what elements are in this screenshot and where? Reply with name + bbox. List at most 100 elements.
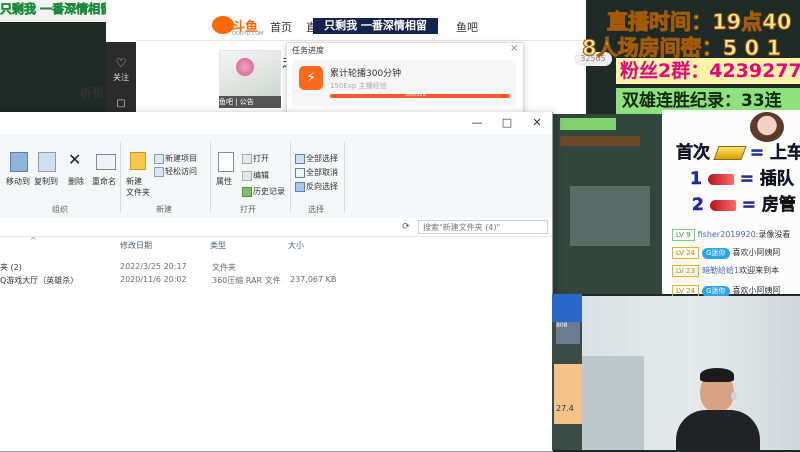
- move-to-button[interactable]: 移动到: [6, 176, 30, 187]
- ribbon-separator: [210, 142, 211, 212]
- left-rail: ♡ 关注 ▢: [106, 42, 136, 114]
- task-name: 累计轮播300分钟: [330, 69, 402, 79]
- fan-badge: G迷你: [702, 248, 730, 259]
- open-button[interactable]: 打开: [253, 153, 269, 164]
- close-button[interactable]: ✕: [522, 114, 552, 132]
- select-all-icon: [295, 154, 305, 164]
- properties-button[interactable]: 属性: [216, 176, 232, 187]
- nav-fishbar[interactable]: 鱼吧: [456, 19, 478, 35]
- select-none-button[interactable]: 全部取消: [306, 167, 338, 178]
- sort-chevron-icon[interactable]: ^: [30, 236, 37, 245]
- chat-text: 喜欢小阿姨阿: [732, 248, 781, 257]
- lotus-icon: [236, 58, 254, 76]
- maximize-button[interactable]: □: [492, 114, 522, 132]
- rule-text: = 插队: [739, 169, 794, 189]
- search-input[interactable]: 搜索"新建文件夹 (4)": [418, 220, 548, 234]
- chat-username[interactable]: 暗勒给给1: [702, 266, 739, 275]
- copy-to-button[interactable]: 复制到: [34, 176, 58, 187]
- video-thumbnail-2[interactable]: [554, 364, 582, 424]
- douyu-logo-sub: DOUYU.COM: [232, 31, 264, 37]
- earphone-icon: [731, 392, 737, 400]
- edit-button[interactable]: 编辑: [253, 170, 269, 181]
- level-badge: LV 23: [672, 265, 700, 277]
- file-size: 237,067 KB: [290, 275, 337, 284]
- file-type: 文件夹: [212, 263, 236, 272]
- task-reward: 150Exp 主播经验: [330, 82, 387, 90]
- rail-follow[interactable]: 关注: [106, 72, 136, 83]
- file-date: 2022/3/25 20:17: [120, 262, 187, 271]
- rule-text: = 房管: [741, 195, 796, 215]
- douyu-logo-icon[interactable]: [212, 16, 234, 34]
- chat-username[interactable]: fisher2019920:: [698, 230, 759, 239]
- webcam-window-frame: [582, 356, 644, 450]
- preview-badge: [560, 118, 616, 130]
- invert-selection-icon: [295, 182, 305, 192]
- minimize-button[interactable]: —: [462, 114, 492, 132]
- rule-row: 首次 = 上车: [676, 138, 800, 163]
- properties-icon[interactable]: [218, 152, 234, 172]
- chat-text: 喜欢小阿姨阿: [732, 286, 781, 295]
- close-icon[interactable]: ×: [510, 43, 518, 54]
- rename-button[interactable]: 重命名: [92, 176, 116, 187]
- rule-text: = 上车: [749, 143, 800, 163]
- room-tags[interactable]: 鱼吧 | 公告: [219, 96, 281, 108]
- delete-button[interactable]: 删除: [68, 176, 84, 187]
- invert-selection-button[interactable]: 反向选择: [306, 181, 338, 192]
- select-all-button[interactable]: 全部选择: [306, 153, 338, 164]
- ribbon-separator: [120, 142, 121, 212]
- chat-message: LV 24 G迷你 喜欢小阿姨阿: [672, 246, 800, 260]
- handwriting-text: 析祈: [80, 86, 105, 100]
- group-open: 打开: [240, 205, 256, 214]
- file-name[interactable]: 夹 (2): [0, 262, 22, 273]
- chat-message: LV 23 暗勒给给1欢迎来到本: [672, 264, 800, 278]
- preview-strip: [560, 136, 640, 146]
- move-to-icon[interactable]: [10, 152, 28, 172]
- column-date[interactable]: 修改日期: [120, 240, 152, 251]
- nav-divider: [136, 40, 586, 41]
- delete-icon[interactable]: ✕: [68, 150, 81, 169]
- level-badge: LV 9: [672, 229, 695, 241]
- column-size[interactable]: 大小: [288, 240, 304, 251]
- rule-prefix: 2: [692, 195, 704, 215]
- history-icon: [242, 187, 252, 197]
- new-folder-button[interactable]: 新建 文件夹: [126, 176, 150, 198]
- file-date: 2020/11/6 20:02: [120, 275, 187, 284]
- chat-text: 欢迎来到本: [739, 266, 780, 275]
- select-none-icon: [295, 168, 305, 178]
- task-card: [292, 60, 516, 106]
- file-name[interactable]: Q游戏大厅（英雄杀）: [0, 275, 78, 286]
- nav-home[interactable]: 首页: [270, 19, 292, 35]
- refresh-icon[interactable]: ⟳: [399, 220, 413, 234]
- column-type[interactable]: 类型: [210, 240, 226, 251]
- red-car-icon: [707, 173, 734, 185]
- heart-icon[interactable]: ♡: [106, 56, 136, 70]
- ribbon-separator: [344, 142, 345, 212]
- file-type: 360压缩 RAR 文件: [212, 276, 281, 285]
- task-popup-title: 任务进度: [292, 46, 324, 55]
- open-icon: [242, 154, 252, 164]
- video-label: 27.4: [556, 404, 574, 413]
- history-button[interactable]: 历史记录: [253, 186, 285, 197]
- stream-banner: 只剩我 一番深情相留: [313, 18, 438, 34]
- rail-icon[interactable]: ▢: [106, 98, 136, 109]
- task-progress-text: 300/300: [405, 92, 426, 98]
- new-item-button[interactable]: 新建项目: [165, 153, 197, 164]
- easy-access-button[interactable]: 轻松访问: [165, 166, 197, 177]
- new-folder-icon[interactable]: [130, 152, 146, 170]
- rule-row: 2 = 房管: [692, 190, 796, 215]
- lightning-icon: ⚡: [299, 66, 323, 90]
- easy-access-icon: [154, 167, 164, 177]
- group-select: 选择: [308, 205, 324, 214]
- copy-to-icon[interactable]: [38, 152, 56, 172]
- group-organize: 组织: [52, 205, 68, 214]
- rule-prefix: 首次: [676, 143, 710, 163]
- video-blue-tile: [552, 294, 582, 322]
- ribbon-separator: [290, 142, 291, 212]
- video-thumbnail[interactable]: 808: [556, 322, 580, 344]
- rename-icon[interactable]: [96, 154, 116, 170]
- red-car-icon: [709, 199, 736, 211]
- edit-icon: [242, 171, 252, 181]
- group-new: 新建: [156, 205, 172, 214]
- overlay-fans-group: 粉丝2群：42392770: [616, 58, 800, 84]
- preview-image: [570, 186, 650, 246]
